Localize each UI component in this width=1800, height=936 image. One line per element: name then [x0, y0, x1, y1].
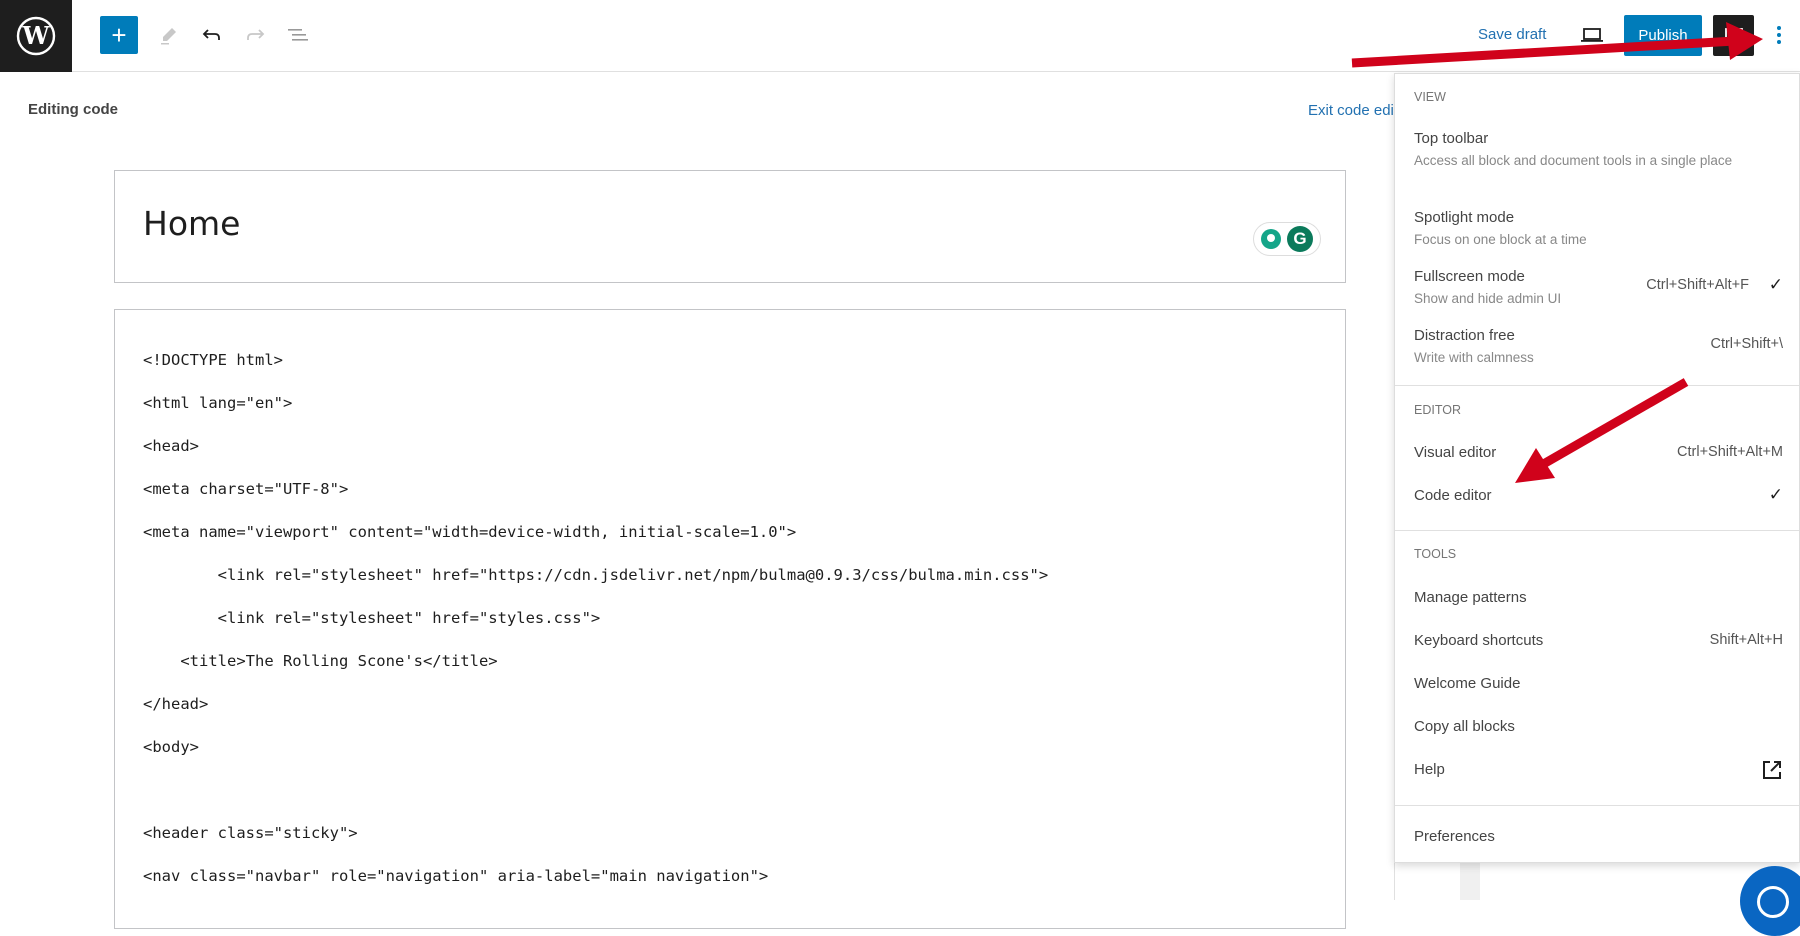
menu-item-preferences[interactable]: Preferences — [1395, 828, 1799, 845]
wordpress-logo-icon[interactable]: W — [0, 0, 72, 72]
menu-item-label: Spotlight mode — [1414, 209, 1515, 226]
editor-top-bar: W + Save draft Publish — [0, 0, 1800, 72]
chat-support-button[interactable] — [1740, 866, 1800, 936]
undo-button[interactable] — [193, 16, 231, 54]
code-editor-header: Editing code Exit code editor — [0, 73, 1411, 148]
redo-button[interactable] — [236, 16, 274, 54]
code-line: <meta name="viewport" content="width=dev… — [143, 523, 797, 541]
menu-item-spotlight-mode[interactable]: Spotlight mode Focus on one block at a t… — [1395, 209, 1799, 249]
menu-item-description: Access all block and document tools in a… — [1414, 153, 1733, 168]
options-dropdown-menu: VIEW Top toolbar Access all block and do… — [1394, 73, 1800, 863]
menu-group-tools: TOOLS Manage patterns Keyboard shortcuts… — [1395, 531, 1799, 806]
laptop-icon — [1581, 28, 1603, 42]
svg-text:W: W — [22, 21, 51, 50]
checkmark-icon: ✓ — [1768, 275, 1783, 294]
menu-item-manage-patterns[interactable]: Manage patterns — [1395, 589, 1799, 606]
lightbulb-icon — [1261, 229, 1281, 249]
menu-item-label: Top toolbar — [1414, 130, 1489, 147]
document-overview-button[interactable] — [279, 16, 317, 54]
pencil-icon — [161, 28, 176, 45]
tools-button[interactable] — [150, 16, 188, 54]
more-vertical-icon — [1777, 26, 1781, 44]
menu-item-distraction-free[interactable]: Distraction free Write with calmness Ctr… — [1395, 327, 1799, 367]
list-view-icon — [288, 29, 308, 41]
menu-group-view: VIEW Top toolbar Access all block and do… — [1395, 74, 1799, 386]
menu-item-label: Welcome Guide — [1414, 675, 1521, 692]
menu-item-fullscreen-mode[interactable]: Fullscreen mode Show and hide admin UI C… — [1395, 268, 1799, 308]
menu-item-shortcut: Shift+Alt+H — [1709, 632, 1783, 648]
menu-item-description: Focus on one block at a time — [1414, 232, 1587, 247]
menu-item-label: Help — [1414, 761, 1445, 778]
publish-button[interactable]: Publish — [1624, 15, 1702, 56]
menu-item-label: Copy all blocks — [1414, 718, 1515, 735]
editing-mode-label: Editing code — [28, 101, 118, 118]
grammarly-logo-icon: G — [1287, 226, 1313, 252]
post-title[interactable]: Home — [143, 204, 240, 243]
external-link-icon — [1761, 759, 1783, 786]
code-line: <meta charset="UTF-8"> — [143, 480, 349, 498]
sidebar-background — [1460, 860, 1480, 900]
options-button[interactable] — [1760, 16, 1798, 54]
menu-item-help[interactable]: Help — [1395, 761, 1799, 779]
save-draft-button[interactable]: Save draft — [1478, 26, 1546, 43]
menu-item-description: Write with calmness — [1414, 350, 1534, 365]
preview-button[interactable] — [1573, 16, 1611, 54]
code-editor-textarea[interactable]: <!DOCTYPE html> <html lang="en"> <head> … — [114, 309, 1346, 929]
menu-group-label: VIEW — [1414, 90, 1446, 104]
code-line: <head> — [143, 437, 199, 455]
plus-icon: + — [111, 19, 127, 50]
code-line: <nav class="navbar" role="navigation" ar… — [143, 867, 769, 885]
menu-item-keyboard-shortcuts[interactable]: Keyboard shortcuts Shift+Alt+H — [1395, 632, 1799, 649]
code-line: <header class="sticky"> — [143, 824, 358, 842]
code-line: <title>The Rolling Scone's</title> — [143, 652, 498, 670]
menu-item-label: Manage patterns — [1414, 589, 1527, 606]
menu-item-label: Preferences — [1414, 828, 1495, 845]
menu-item-shortcut: Ctrl+Shift+\ — [1710, 336, 1783, 352]
code-line: <!DOCTYPE html> — [143, 351, 283, 369]
menu-item-shortcut: Ctrl+Shift+Alt+F — [1646, 277, 1749, 293]
undo-icon — [202, 29, 220, 40]
menu-group-editor: EDITOR Visual editor Ctrl+Shift+Alt+M Co… — [1395, 386, 1799, 531]
code-line: <link rel="stylesheet" href="styles.css"… — [143, 609, 601, 627]
code-line: </head> — [143, 695, 209, 713]
add-block-button[interactable]: + — [100, 16, 138, 54]
code-line: <html lang="en"> — [143, 394, 293, 412]
code-line: <body> — [143, 738, 199, 756]
settings-button[interactable] — [1713, 15, 1754, 56]
menu-item-copy-all-blocks[interactable]: Copy all blocks — [1395, 718, 1799, 735]
menu-item-visual-editor[interactable]: Visual editor Ctrl+Shift+Alt+M — [1395, 444, 1799, 461]
post-title-field[interactable]: Home G — [114, 170, 1346, 283]
menu-group-preferences: Preferences — [1395, 806, 1799, 864]
menu-group-label: TOOLS — [1414, 547, 1457, 561]
grammarly-widget[interactable]: G — [1253, 222, 1321, 256]
menu-item-welcome-guide[interactable]: Welcome Guide — [1395, 675, 1799, 692]
redo-icon — [247, 29, 265, 40]
menu-item-top-toolbar[interactable]: Top toolbar Access all block and documen… — [1395, 130, 1799, 170]
menu-group-label: EDITOR — [1414, 403, 1461, 417]
sidebar-panel-icon — [1724, 27, 1743, 44]
code-line: <link rel="stylesheet" href="https://cdn… — [143, 566, 1049, 584]
menu-item-code-editor[interactable]: Code editor ✓ — [1395, 485, 1799, 504]
menu-item-shortcut: Ctrl+Shift+Alt+M — [1677, 444, 1783, 460]
checkmark-icon: ✓ — [1768, 485, 1783, 504]
menu-item-label: Code editor — [1414, 487, 1492, 504]
